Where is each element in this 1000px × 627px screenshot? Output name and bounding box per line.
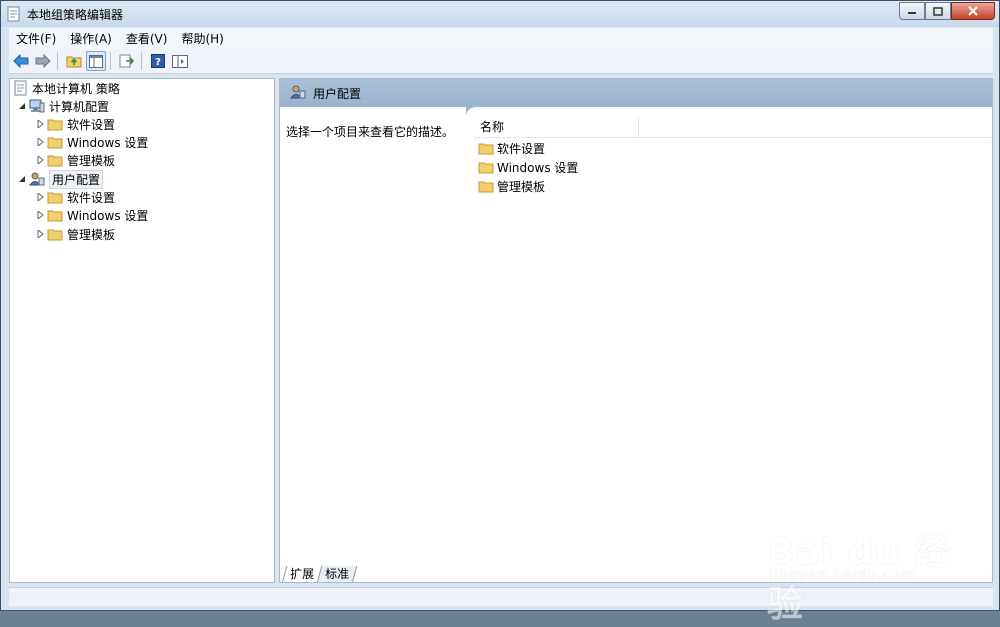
export-list-button[interactable]	[117, 51, 137, 71]
expand-arrow-icon[interactable]	[36, 230, 44, 238]
content-header: 用户配置	[280, 79, 992, 107]
list-item-label: 软件设置	[497, 141, 546, 156]
folder-icon	[478, 162, 494, 173]
properties-icon	[172, 54, 188, 68]
item-list[interactable]: 名称 软件设置 Windows 设置 管理模板	[474, 117, 992, 557]
policy-document-icon	[14, 80, 27, 96]
tree-item-label: Windows 设置	[67, 135, 149, 150]
show-hide-tree-button[interactable]	[86, 51, 106, 71]
menu-view[interactable]: 查看(V)	[119, 29, 175, 49]
expand-arrow-icon[interactable]	[36, 156, 44, 164]
window-title: 本地组策略编辑器	[27, 8, 124, 22]
tree-item-label: 软件设置	[67, 117, 116, 132]
toolbar-separator	[110, 52, 111, 70]
tab-label: 标准	[325, 567, 350, 581]
folder-icon	[478, 181, 494, 192]
tree-item-label: 软件设置	[67, 190, 116, 205]
tree-item-computer-software[interactable]: 软件设置	[36, 115, 115, 133]
folder-icon	[47, 155, 63, 166]
properties-button[interactable]	[170, 51, 190, 71]
toolbar: ?	[9, 49, 993, 74]
minimize-icon	[908, 12, 916, 14]
list-item-label: Windows 设置	[497, 160, 579, 175]
folder-icon	[47, 229, 63, 240]
svg-text:?: ?	[155, 57, 161, 68]
close-icon	[968, 6, 978, 16]
toolbar-separator	[141, 52, 142, 70]
tab-standard[interactable]: 标准	[316, 566, 358, 582]
back-arrow-icon	[13, 54, 29, 68]
folder-icon	[478, 143, 494, 154]
menu-help[interactable]: 帮助(H)	[174, 29, 230, 49]
maximize-icon	[933, 6, 943, 16]
up-folder-icon	[66, 56, 82, 68]
tree-item-label: 计算机配置	[49, 99, 110, 114]
menu-action[interactable]: 操作(A)	[63, 29, 119, 49]
tree-item-label: 本地计算机 策略	[32, 81, 120, 96]
tree-item-computer-windows[interactable]: Windows 设置	[36, 133, 148, 151]
export-list-icon	[119, 54, 135, 68]
tree-item-label: 管理模板	[67, 227, 116, 242]
computer-icon	[29, 99, 45, 113]
tree-item-computer-config[interactable]: 计算机配置	[18, 97, 109, 115]
tree-item-user-windows[interactable]: Windows 设置	[36, 206, 148, 224]
help-button[interactable]: ?	[148, 51, 168, 71]
user-config-icon	[290, 85, 306, 99]
list-tab-edge	[466, 107, 992, 117]
help-icon: ?	[151, 54, 165, 68]
tree-pane[interactable]: 本地计算机 策略 计算机配置 软件设置 Windows 设置 管理模板 用户配置	[9, 78, 275, 583]
folder-icon	[47, 119, 63, 130]
tree-item-user-config[interactable]: 用户配置	[18, 169, 104, 189]
list-item-label: 管理模板	[497, 179, 546, 194]
close-button[interactable]	[951, 2, 995, 20]
toolbar-separator	[57, 52, 58, 70]
menu-bar: 文件(F) 操作(A) 查看(V) 帮助(H)	[9, 28, 993, 49]
expand-arrow-icon[interactable]	[36, 193, 44, 201]
list-item[interactable]: 管理模板	[478, 177, 545, 195]
expand-arrow-icon[interactable]	[36, 120, 44, 128]
column-header-row: 名称	[474, 117, 992, 138]
tree-item-user-admin-templates[interactable]: 管理模板	[36, 225, 115, 243]
minimize-button[interactable]	[899, 2, 925, 20]
folder-icon	[47, 192, 63, 203]
column-header-name[interactable]: 名称	[474, 117, 639, 137]
tree-item-root[interactable]: 本地计算机 策略	[14, 79, 120, 97]
collapse-arrow-icon[interactable]	[18, 175, 26, 183]
tree-item-computer-admin-templates[interactable]: 管理模板	[36, 151, 115, 169]
forward-button[interactable]	[33, 51, 53, 71]
expand-arrow-icon[interactable]	[36, 211, 44, 219]
tab-label: 扩展	[290, 567, 315, 581]
folder-icon	[47, 137, 63, 148]
collapse-arrow-icon[interactable]	[18, 102, 26, 110]
list-item[interactable]: Windows 设置	[478, 158, 578, 176]
baidu-watermark: Bai du 经验 jingyan.baidu.com	[767, 501, 987, 625]
tree-item-label: 用户配置	[49, 169, 104, 189]
app-window: 本地组策略编辑器 文件(F) 操作(A) 查看(V) 帮助(H) ? 本地计算机…	[0, 0, 1000, 625]
watermark-sub-text: jingyan.baidu.com	[769, 567, 916, 583]
user-config-icon	[29, 172, 45, 186]
list-item[interactable]: 软件设置	[478, 139, 545, 157]
window-controls	[899, 2, 995, 21]
back-button[interactable]	[11, 51, 31, 71]
menu-file[interactable]: 文件(F)	[9, 29, 63, 49]
maximize-button[interactable]	[925, 2, 951, 20]
title-bar[interactable]: 本地组策略编辑器	[1, 1, 999, 27]
forward-arrow-icon	[35, 54, 51, 68]
tree-item-label: Windows 设置	[67, 208, 149, 223]
expand-arrow-icon[interactable]	[36, 138, 44, 146]
folder-icon	[47, 210, 63, 221]
up-level-button[interactable]	[64, 51, 84, 71]
description-text: 选择一个项目来查看它的描述。	[286, 125, 455, 139]
tree-item-label: 管理模板	[67, 153, 116, 168]
show-hide-tree-icon	[89, 54, 103, 68]
policy-app-icon	[7, 6, 20, 22]
content-header-title: 用户配置	[313, 87, 362, 101]
view-tabs: 扩展 标准	[281, 566, 358, 582]
tree-item-user-software[interactable]: 软件设置	[36, 188, 115, 206]
